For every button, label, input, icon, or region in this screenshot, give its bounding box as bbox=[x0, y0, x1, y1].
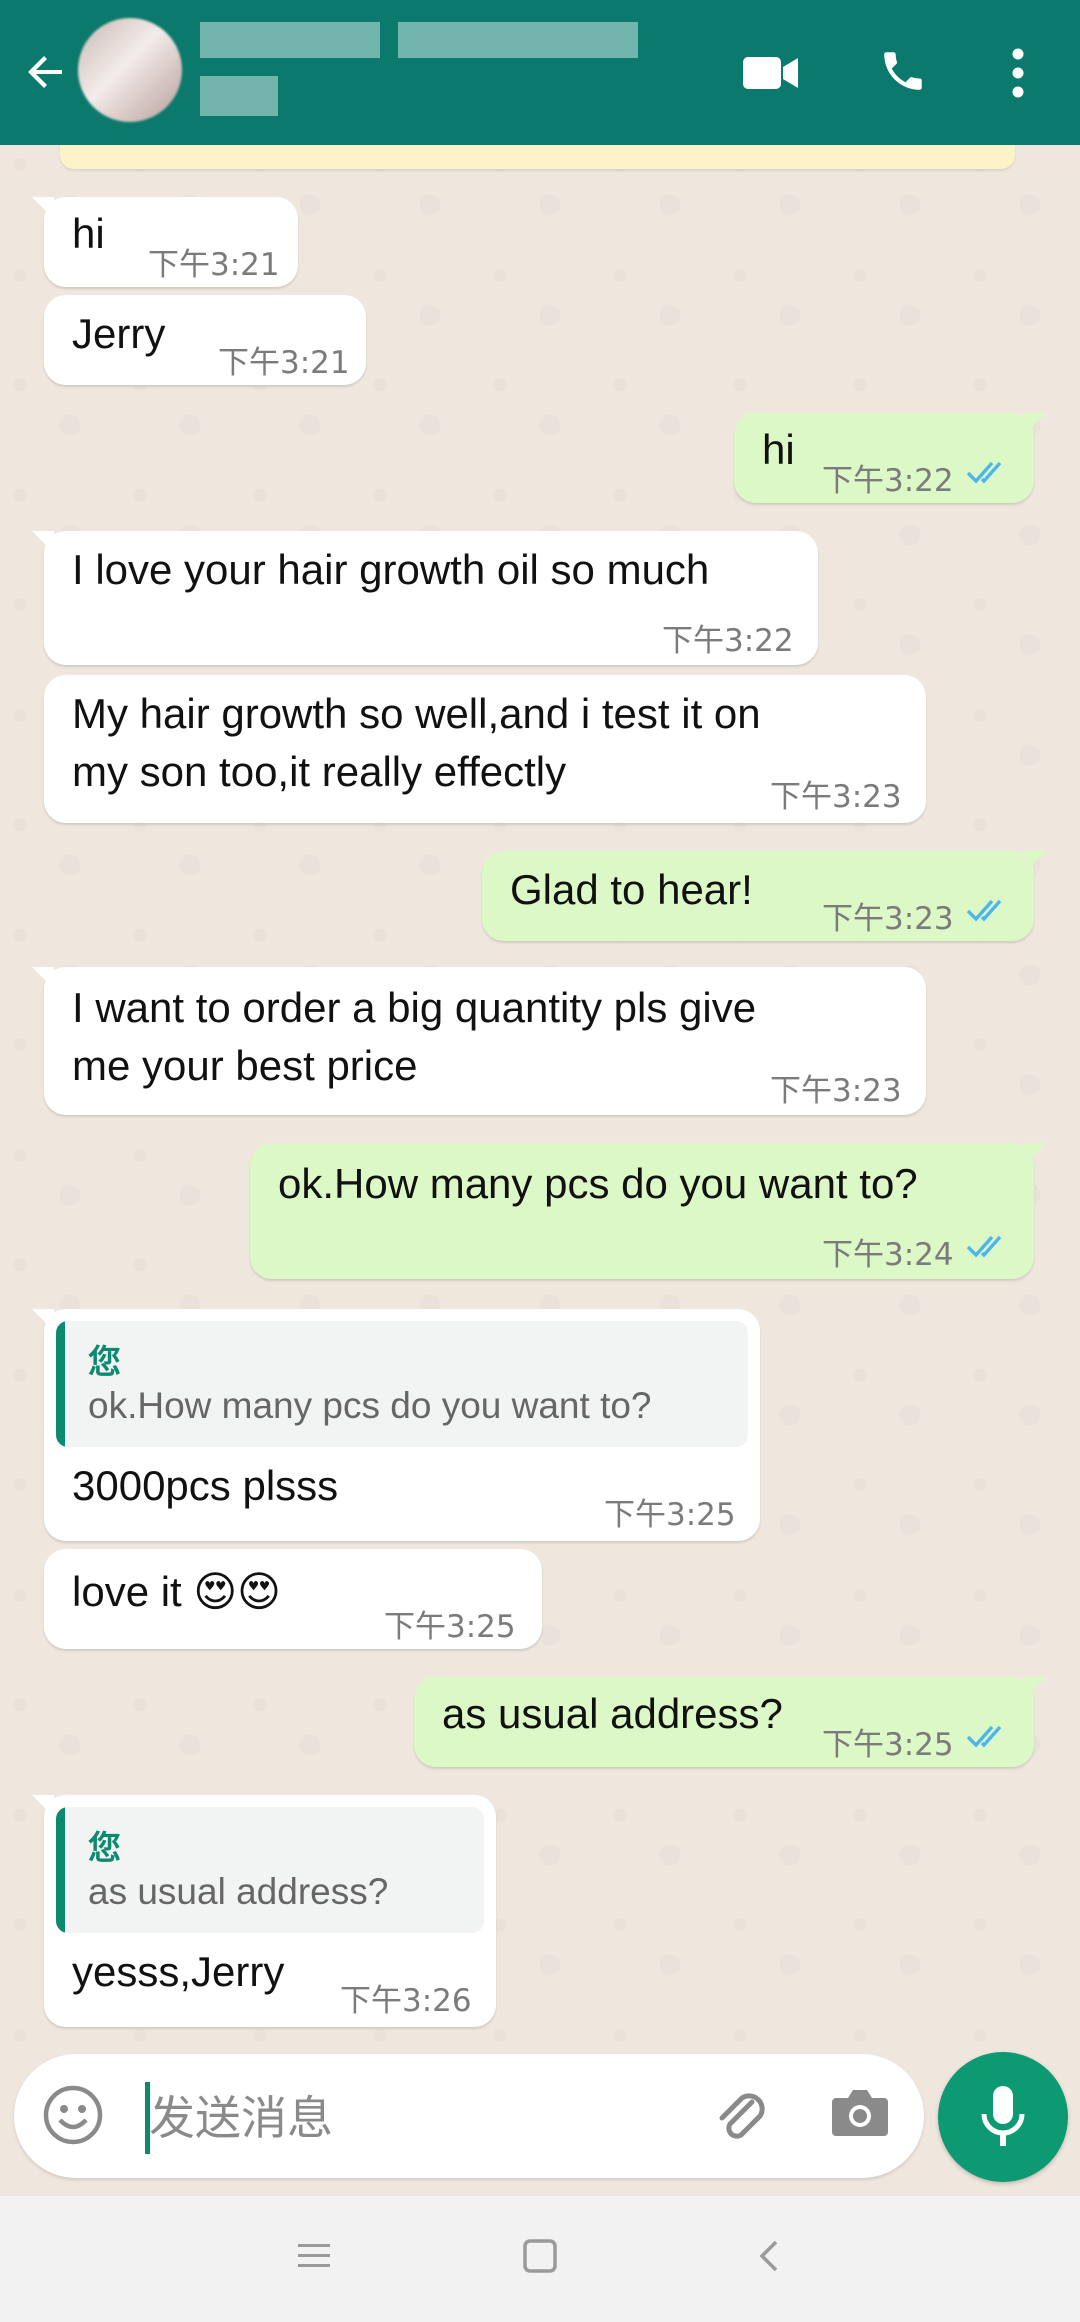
nav-back-button[interactable] bbox=[752, 2238, 792, 2278]
message-time: 下午3:25 bbox=[384, 1609, 516, 1645]
message-text: hi bbox=[762, 426, 795, 473]
camera-icon bbox=[832, 2090, 888, 2136]
message-text: yesss,Jerry bbox=[72, 1948, 285, 1995]
system-navigation-bar bbox=[0, 2196, 1080, 2322]
read-receipt-icon bbox=[966, 1725, 1002, 1748]
quote-author: 您 bbox=[88, 1342, 121, 1381]
message-bubble-outgoing[interactable]: Glad to hear! 下午3:23 bbox=[482, 851, 1046, 941]
quote-accent-bar bbox=[56, 1807, 65, 1933]
message-bubble-incoming[interactable]: I want to order a big quantity pls give … bbox=[32, 967, 926, 1115]
recents-button[interactable] bbox=[296, 2240, 336, 2280]
chat-header bbox=[0, 0, 1080, 145]
message-text-line2: my son too,it really effectly bbox=[72, 748, 567, 795]
message-text-line1: I want to order a big quantity pls give bbox=[72, 984, 757, 1031]
message-text: 3000pcs plsss bbox=[72, 1462, 339, 1509]
message-bubble-incoming[interactable]: Jerry 下午3:21 bbox=[44, 295, 366, 385]
message-time: 下午3:26 bbox=[340, 1983, 472, 2019]
message-bubble-incoming[interactable]: love it 😍😍 下午3:25 bbox=[44, 1549, 542, 1649]
message-bubble-outgoing[interactable]: as usual address? 下午3:25 bbox=[414, 1677, 1046, 1767]
message-bubble-outgoing[interactable]: hi 下午3:22 bbox=[734, 413, 1046, 503]
message-text: hi bbox=[72, 210, 105, 257]
message-text: ok.How many pcs do you want to? bbox=[278, 1160, 918, 1207]
phone-icon bbox=[884, 52, 922, 90]
square-icon bbox=[523, 2239, 557, 2273]
message-text: as usual address? bbox=[442, 1690, 783, 1737]
chevron-left-icon bbox=[759, 2240, 778, 2272]
message-bubble-incoming[interactable]: I love your hair growth oil so much 下午3:… bbox=[32, 531, 818, 665]
more-vert-icon bbox=[1012, 48, 1024, 98]
message-text-line2: me your best price bbox=[72, 1042, 418, 1089]
message-bubble-outgoing[interactable]: ok.How many pcs do you want to? 下午3:24 bbox=[250, 1143, 1046, 1279]
message-text: Glad to hear! bbox=[510, 866, 753, 913]
message-time: 下午3:22 bbox=[662, 623, 794, 659]
message-time: 下午3:21 bbox=[218, 345, 350, 381]
quoted-message[interactable]: 您 as usual address? bbox=[56, 1807, 484, 1933]
message-bubble-incoming[interactable]: My hair growth so well,and i test it on … bbox=[44, 675, 926, 823]
message-text: I love your hair growth oil so much bbox=[72, 546, 710, 593]
message-time: 下午3:24 bbox=[822, 1237, 954, 1273]
more-options-button[interactable] bbox=[1000, 40, 1036, 106]
video-call-icon bbox=[743, 57, 798, 89]
message-list[interactable]: hi 下午3:21 Jerry 下午3:21 hi 下午3:22 I love … bbox=[0, 145, 1080, 2045]
message-time: 下午3:23 bbox=[770, 779, 902, 815]
message-input[interactable]: 发送消息 bbox=[149, 2082, 333, 2148]
message-bubble-incoming-reply[interactable]: 您 as usual address? yesss,Jerry 下午3:26 bbox=[32, 1795, 496, 2027]
emoji-button[interactable] bbox=[42, 2084, 106, 2148]
camera-button[interactable] bbox=[830, 2084, 894, 2148]
message-bubble-incoming-reply[interactable]: 您 ok.How many pcs do you want to? 3000pc… bbox=[32, 1309, 760, 1541]
quote-author: 您 bbox=[88, 1828, 121, 1867]
quoted-message[interactable]: 您 ok.How many pcs do you want to? bbox=[56, 1321, 748, 1447]
quote-text: as usual address? bbox=[88, 1871, 389, 1912]
emoji-icon bbox=[43, 2085, 103, 2145]
message-time: 下午3:25 bbox=[604, 1497, 736, 1533]
paperclip-icon bbox=[719, 2093, 765, 2139]
arrow-left-icon bbox=[28, 56, 62, 88]
read-receipt-icon bbox=[966, 461, 1002, 484]
voice-message-button[interactable] bbox=[938, 2052, 1068, 2182]
voice-call-button[interactable] bbox=[870, 38, 936, 104]
menu-lines-icon bbox=[298, 2244, 330, 2267]
attach-button[interactable] bbox=[708, 2084, 772, 2148]
message-text: Jerry bbox=[72, 310, 166, 357]
encryption-notice[interactable] bbox=[60, 145, 1015, 169]
message-time: 下午3:22 bbox=[822, 463, 954, 499]
video-call-button[interactable] bbox=[738, 40, 804, 106]
message-bubble-incoming[interactable]: hi 下午3:21 bbox=[32, 197, 298, 287]
message-text-line1: My hair growth so well,and i test it on bbox=[72, 690, 761, 737]
message-text: love it 😍😍 bbox=[72, 1568, 281, 1615]
back-button[interactable] bbox=[14, 40, 78, 104]
message-time: 下午3:21 bbox=[148, 247, 280, 283]
read-receipt-icon bbox=[966, 1235, 1002, 1258]
microphone-icon bbox=[981, 2086, 1025, 2146]
message-time: 下午3:23 bbox=[822, 901, 954, 937]
message-time: 下午3:23 bbox=[770, 1073, 902, 1109]
message-composer[interactable]: 发送消息 bbox=[14, 2054, 924, 2178]
avatar[interactable] bbox=[78, 18, 182, 122]
quote-text: ok.How many pcs do you want to? bbox=[88, 1385, 652, 1426]
quote-accent-bar bbox=[56, 1321, 65, 1447]
read-receipt-icon bbox=[966, 899, 1002, 922]
home-button[interactable] bbox=[522, 2238, 562, 2278]
message-time: 下午3:25 bbox=[822, 1727, 954, 1763]
